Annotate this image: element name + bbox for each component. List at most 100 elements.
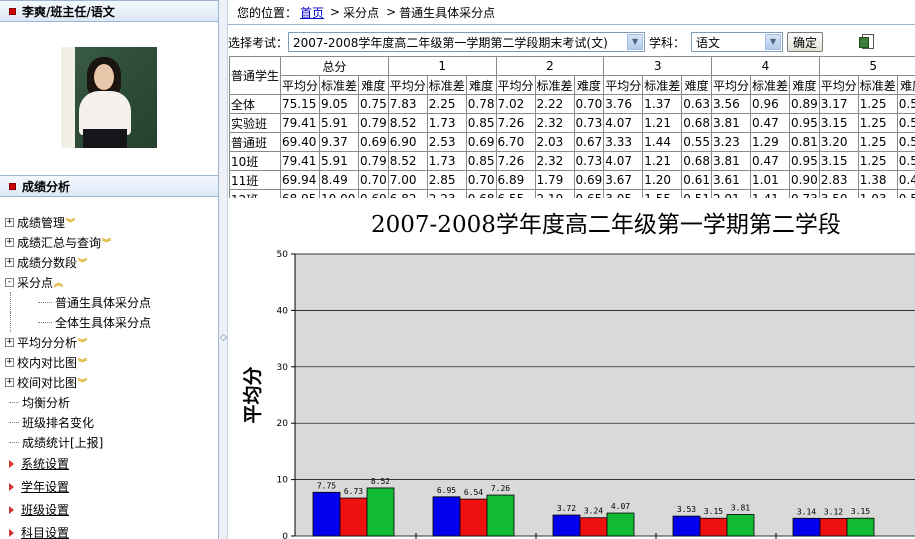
nav-tree-item-label: 普通生具体采分点: [55, 295, 152, 310]
table-column-header: 难度: [681, 75, 713, 95]
sidebar-link-label: 科目设置: [21, 526, 70, 539]
nav-tree-item[interactable]: + 校内对比图 ︾: [0, 352, 218, 372]
nav-tree-item[interactable]: + 校间对比图 ︾: [0, 372, 218, 392]
sidebar-link[interactable]: 系统设置: [0, 452, 218, 475]
collapse-icon[interactable]: -: [5, 277, 14, 287]
table-cell: 0.52: [896, 151, 915, 171]
exam-select[interactable]: 2007-2008学年度高二年级第一学期第二学段期末考试(文) ▼: [288, 32, 646, 52]
table-cell: 3.56: [711, 94, 752, 114]
collapse-handle-icon[interactable]: ◇: [220, 333, 227, 343]
nav-tree-item[interactable]: 成绩统计[上报]: [0, 432, 218, 452]
table-cell: 1.21: [642, 151, 683, 171]
table-column-header: 难度: [465, 75, 497, 95]
chevron-down-icon: ︾: [78, 338, 88, 349]
subject-select-value: 语文: [696, 35, 721, 50]
nav-tree-item[interactable]: 均衡分析: [0, 392, 218, 412]
bar-value-label: 3.14: [797, 507, 816, 516]
chart-svg: 0 10 20 30 40 50 2007-2008学年度高二年级第一学期第二学段平均分 7.…: [241, 212, 915, 539]
table-cell: 2.83: [818, 170, 859, 190]
table-group-header: 总分: [280, 56, 389, 76]
table-cell: 0.68: [681, 113, 713, 133]
table-group-header: 4: [711, 56, 820, 76]
table-cell: 7.26: [495, 113, 536, 133]
score-table: 普通学生 总分 1 2 3 4 5 平均分 标准差 难度 平均分 标准差 难度 平均分 标准差 难度 平均分…: [228, 56, 915, 209]
table-cell: 0.70: [465, 170, 497, 190]
table-cell: 79.41: [280, 113, 321, 133]
arrow-right-icon: [9, 528, 14, 537]
sidebar-link[interactable]: 科目设置: [0, 521, 218, 539]
table-column-header: 难度: [896, 75, 915, 95]
table-cell: 1.44: [642, 132, 683, 152]
table-row-label: 实验班: [228, 113, 282, 133]
bar: [819, 518, 848, 537]
export-excel-icon[interactable]: [858, 34, 876, 50]
table-cell: 9.37: [319, 132, 360, 152]
sidebar-link-label: 学年设置: [21, 480, 70, 494]
breadcrumb-separator: >: [330, 5, 341, 19]
table-cell: 3.61: [711, 170, 752, 190]
expand-icon[interactable]: +: [5, 257, 14, 267]
chevron-down-icon[interactable]: ▼: [765, 34, 782, 50]
nav-tree-item[interactable]: + 平均分分析 ︾: [0, 332, 218, 352]
table-cell: 0.69: [358, 132, 389, 152]
nav-tree-item[interactable]: 普通生具体采分点: [0, 292, 218, 312]
expand-icon[interactable]: +: [5, 237, 14, 247]
table-cell: 0.68: [681, 151, 713, 171]
breadcrumb-item: 采分点: [343, 5, 380, 20]
table-group-header: 3: [603, 56, 713, 76]
table-cell: 3.76: [603, 94, 644, 114]
table-cell: 6.89: [495, 170, 536, 190]
chart-title: 2007-2008学年度高二年级第一学期第二学段: [371, 212, 841, 238]
y-axis-label: 平均分: [241, 366, 264, 423]
table-column-header: 平均分: [711, 75, 752, 95]
table-cell: 6.90: [387, 132, 428, 152]
table-cell: 1.25: [857, 113, 898, 133]
sidebar-link[interactable]: 学年设置: [0, 475, 218, 498]
splitter[interactable]: ◇: [219, 0, 228, 539]
breadcrumb-prefix: 您的位置：: [237, 5, 298, 20]
table-cell: 7.02: [495, 94, 536, 114]
expand-icon[interactable]: +: [5, 217, 14, 227]
tree-connector: [9, 421, 19, 423]
chevron-down-icon: ︾: [102, 238, 112, 249]
arrow-right-icon: [9, 459, 14, 468]
y-tick-label: 0: [282, 532, 288, 539]
expand-icon[interactable]: +: [5, 377, 14, 387]
nav-tree-item[interactable]: + 成绩分数段 ︾: [0, 252, 218, 272]
bullet-icon: [9, 7, 16, 15]
bar-value-label: 3.81: [731, 504, 750, 513]
table-column-header: 难度: [573, 75, 605, 95]
table-cell: 4.07: [603, 113, 644, 133]
table-cell: 79.41: [280, 151, 321, 171]
sidebar-link[interactable]: 班级设置: [0, 498, 218, 521]
breadcrumb-home-link[interactable]: 首页: [300, 4, 324, 21]
expand-icon[interactable]: +: [5, 337, 14, 347]
nav-tree-item[interactable]: 全体生具体采分点: [0, 312, 218, 332]
subject-label: 学科：: [649, 35, 686, 50]
table-row-label: 11班: [228, 170, 282, 190]
table-column-header: 平均分: [495, 75, 536, 95]
nav-tree: + 成绩管理 ︾ + 成绩汇总与查询 ︾ + 成绩分数段 ︾ - 采分点 ︽ 普通生具体采分点全体生具体…: [0, 212, 218, 539]
filter-bar: 选择考试： 2007-2008学年度高二年级第一学期第二学段期末考试(文) ▼ …: [228, 30, 915, 54]
nav-tree-item[interactable]: 班级排名变化: [0, 412, 218, 432]
bar: [726, 514, 755, 537]
nav-tree-item[interactable]: + 成绩汇总与查询 ︾: [0, 232, 218, 252]
table-cell: 3.15: [818, 151, 859, 171]
chevron-down-icon[interactable]: ▼: [627, 34, 644, 50]
nav-tree-item[interactable]: + 成绩管理 ︾: [0, 212, 218, 232]
arrow-right-icon: [9, 482, 14, 491]
expand-icon[interactable]: +: [5, 357, 14, 367]
nav-tree-item[interactable]: - 采分点 ︽: [0, 272, 218, 292]
table-cell: 1.01: [750, 170, 791, 190]
table-cell: 2.32: [534, 113, 575, 133]
confirm-button[interactable]: 确定: [787, 32, 824, 52]
chevron-down-icon: ︾: [78, 358, 88, 369]
table-row: 实验班 79.41 5.91 0.79 8.52 1.73 0.85 7.26 2.32 0.73…: [228, 113, 915, 133]
exam-label: 选择考试：: [228, 35, 289, 50]
bar-value-label: 3.12: [824, 507, 843, 516]
table-cell: 0.75: [358, 94, 389, 114]
bar: [792, 517, 821, 537]
nav-tree-item-label: 采分点: [17, 275, 54, 290]
nav-tree-item-label: 校间对比图: [17, 375, 78, 390]
subject-select[interactable]: 语文 ▼: [691, 32, 784, 52]
